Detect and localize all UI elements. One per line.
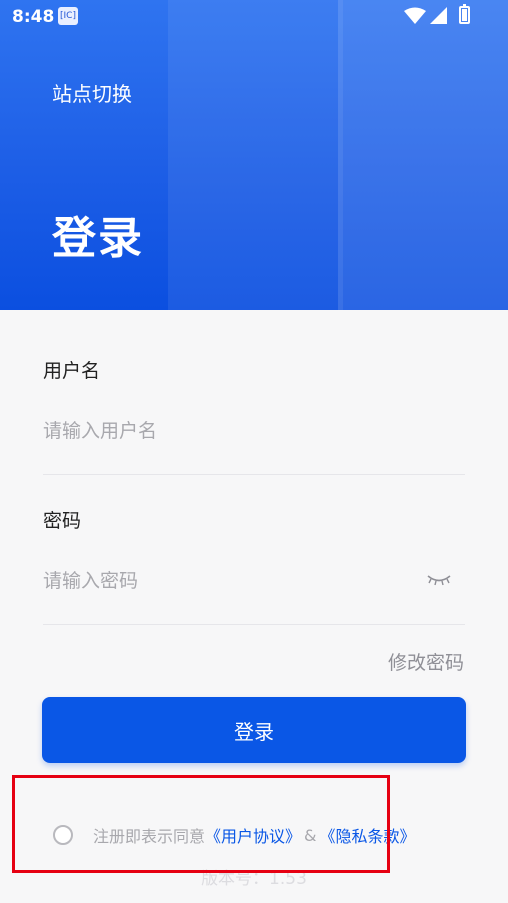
site-switch-link[interactable]: 站点切换 [52, 78, 132, 107]
status-time: 8:48 [12, 7, 55, 27]
agreement-prefix: 注册即表示同意 [93, 827, 206, 846]
agreement-row: 注册即表示同意 《用户协议》 & 《隐私条款》 [53, 822, 416, 848]
password-divider [43, 624, 465, 625]
cellular-signal-icon [430, 7, 447, 24]
username-divider [43, 474, 465, 475]
eye-closed-icon[interactable] [426, 572, 452, 588]
version-text: 版本号：1.53 [201, 869, 307, 889]
login-button[interactable]: 登录 [42, 697, 466, 763]
app-notification-icon: [IC] [58, 7, 78, 25]
status-bar: 8:48 [IC] [0, 0, 508, 34]
header-decoration [168, 0, 343, 310]
header-decoration [338, 0, 508, 310]
user-agreement-link[interactable]: 《用户协议》 [205, 823, 301, 847]
password-label: 密码 [43, 510, 82, 532]
agreement-amp: & [304, 825, 317, 845]
battery-icon [459, 4, 470, 24]
username-label: 用户名 [43, 360, 101, 382]
agreement-radio[interactable] [53, 825, 73, 845]
page-title: 登录 [52, 213, 144, 264]
privacy-terms-link[interactable]: 《隐私条款》 [320, 823, 416, 847]
username-input[interactable] [43, 403, 465, 459]
password-input[interactable] [43, 553, 418, 609]
wifi-icon [404, 7, 426, 24]
change-password-link[interactable]: 修改密码 [388, 648, 464, 675]
header-banner: 8:48 [IC] 站点切换 登录 [0, 0, 508, 310]
